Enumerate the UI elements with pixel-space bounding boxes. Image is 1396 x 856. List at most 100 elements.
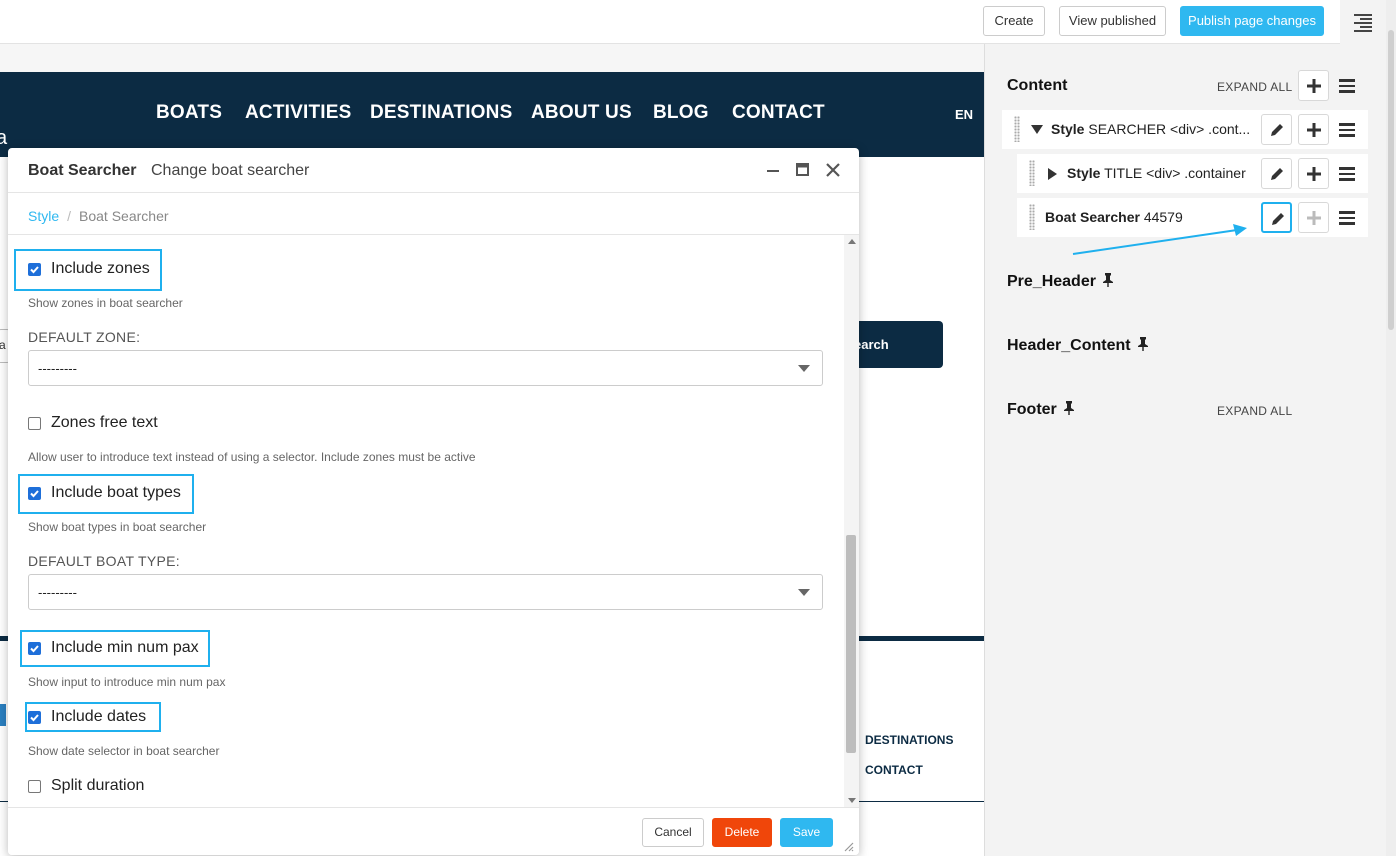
include-boat-types-label: Include boat types	[51, 484, 181, 501]
include-boat-types-checkbox[interactable]	[28, 487, 41, 500]
scroll-up-icon[interactable]	[848, 239, 856, 244]
include-zones-label: Include zones	[51, 260, 150, 277]
section-title: Header_Content	[1007, 337, 1131, 354]
nav-link-contact[interactable]: CONTACT	[732, 102, 825, 124]
add-child-button[interactable]	[1298, 114, 1329, 145]
section-header-content: Header_Content	[1007, 337, 1149, 355]
footer-expand-all[interactable]: EXPAND ALL	[1217, 404, 1292, 418]
include-boat-types-help: Show boat types in boat searcher	[28, 520, 207, 534]
row-menu-icon[interactable]	[1339, 167, 1355, 181]
include-min-num-pax-label: Include min num pax	[51, 639, 199, 656]
toggle-sidebar-button[interactable]	[1340, 0, 1386, 44]
content-menu-icon[interactable]	[1339, 79, 1355, 93]
create-button[interactable]: Create	[983, 6, 1045, 36]
annotation-arrow	[1072, 224, 1247, 255]
delete-button[interactable]: Delete	[712, 818, 772, 847]
tree-item-kind: Style	[1051, 121, 1085, 137]
zones-free-text-help: Allow user to introduce text instead of …	[28, 450, 476, 464]
default-boat-type-value: ---------	[38, 585, 77, 600]
section-pre-header: Pre_Header	[1007, 273, 1114, 291]
dialog-title: Boat Searcher	[28, 162, 137, 179]
view-published-button[interactable]: View published	[1059, 6, 1166, 36]
include-min-num-pax-help: Show input to introduce min num pax	[28, 675, 226, 689]
tree-item-style-title[interactable]: Style TITLE <div> .container	[1017, 154, 1368, 193]
nav-link-boats[interactable]: BOATS	[156, 102, 222, 124]
panel-scrollbar[interactable]	[1386, 0, 1396, 856]
maximize-icon[interactable]	[795, 162, 811, 178]
split-duration-label: Split duration	[51, 777, 145, 794]
nav-link-about-us[interactable]: ABOUT US	[531, 102, 632, 124]
dialog-header: Boat Searcher Change boat searcher	[8, 148, 859, 193]
dialog-footer: Cancel Delete Save	[8, 807, 859, 855]
top-toolbar: Create View published Publish page chang…	[0, 0, 1340, 44]
check-icon	[30, 490, 39, 498]
split-duration-checkbox[interactable]	[28, 780, 41, 793]
edit-button[interactable]	[1261, 114, 1292, 145]
default-boat-type-select[interactable]: ---------	[28, 574, 823, 610]
include-zones-help-text: Show zones in boat searcher	[28, 296, 183, 310]
dialog-scrollbar-thumb[interactable]	[846, 535, 856, 753]
dialog-form: Include zones Show zones in boat searche…	[8, 235, 844, 807]
cancel-button[interactable]: Cancel	[642, 818, 704, 847]
plus-icon	[1307, 79, 1321, 93]
logo-fragment: a	[0, 127, 8, 149]
tree-item-kind: Style	[1067, 165, 1101, 181]
chevron-down-icon	[798, 589, 810, 596]
minimize-icon[interactable]	[765, 162, 781, 178]
include-min-num-pax-checkbox[interactable]	[28, 642, 41, 655]
plus-icon	[1307, 211, 1321, 225]
save-button[interactable]: Save	[780, 818, 833, 847]
site-navbar: a BOATS ACTIVITIES DESTINATIONS ABOUT US…	[0, 72, 984, 157]
pencil-icon	[1272, 213, 1284, 225]
add-child-button[interactable]	[1298, 158, 1329, 189]
breadcrumb-style-link[interactable]: Style	[28, 208, 59, 224]
drag-handle-icon[interactable]	[1014, 116, 1020, 142]
check-icon	[30, 645, 39, 653]
content-section-title: Content	[1007, 77, 1068, 94]
tree-item-desc: SEARCHER <div> .cont...	[1088, 121, 1251, 137]
include-dates-help: Show date selector in boat searcher	[28, 744, 220, 758]
publish-page-changes-button[interactable]: Publish page changes	[1180, 6, 1324, 36]
dialog-scrollbar[interactable]	[844, 235, 859, 807]
tree-item-desc: TITLE <div> .container	[1104, 165, 1246, 181]
panel-scrollbar-thumb[interactable]	[1388, 30, 1394, 330]
breadcrumb-current: Boat Searcher	[79, 208, 169, 224]
check-icon	[30, 266, 39, 274]
edit-button[interactable]	[1261, 158, 1292, 189]
resize-grip-icon[interactable]	[842, 840, 854, 852]
default-boat-type-label: DEFAULT BOAT TYPE:	[28, 553, 180, 569]
section-title: Footer	[1007, 401, 1057, 418]
nav-link-destinations[interactable]: DESTINATIONS	[370, 102, 512, 124]
triangle-down-icon[interactable]	[1031, 125, 1043, 135]
nav-link-blog[interactable]: BLOG	[653, 102, 709, 124]
include-dates-checkbox[interactable]	[28, 711, 41, 724]
content-add-button[interactable]	[1298, 70, 1329, 101]
dialog-subtitle: Change boat searcher	[151, 162, 310, 179]
close-icon[interactable]	[825, 162, 841, 178]
include-zones-checkbox[interactable]	[28, 263, 41, 276]
footer-link-destinations[interactable]: DESTINATIONS	[865, 733, 953, 747]
pencil-icon	[1271, 124, 1283, 136]
default-zone-label: DEFAULT ZONE:	[28, 329, 141, 345]
section-title: Pre_Header	[1007, 273, 1096, 290]
tree-item-style-searcher[interactable]: Style SEARCHER <div> .cont...	[1002, 110, 1368, 149]
add-child-button-disabled	[1298, 202, 1329, 233]
row-menu-icon[interactable]	[1339, 123, 1355, 137]
tree-item-label: Style TITLE <div> .container	[1067, 165, 1246, 181]
footer-link-contact[interactable]: CONTACT	[865, 763, 923, 777]
pin-icon	[1063, 401, 1074, 415]
default-zone-select[interactable]: ---------	[28, 350, 823, 386]
section-footer: Footer	[1007, 401, 1075, 419]
scroll-down-icon[interactable]	[848, 798, 856, 803]
plus-icon	[1307, 123, 1321, 137]
drag-handle-icon[interactable]	[1029, 204, 1035, 230]
search-field-text: a	[0, 338, 6, 352]
language-selector[interactable]: EN	[955, 107, 973, 122]
nav-link-activities[interactable]: ACTIVITIES	[245, 102, 352, 124]
triangle-right-icon[interactable]	[1048, 168, 1058, 180]
tree-item-label: Style SEARCHER <div> .cont...	[1051, 121, 1250, 137]
row-menu-icon[interactable]	[1339, 211, 1355, 225]
drag-handle-icon[interactable]	[1029, 160, 1035, 186]
zones-free-text-checkbox[interactable]	[28, 417, 41, 430]
content-expand-all[interactable]: EXPAND ALL	[1217, 80, 1292, 94]
